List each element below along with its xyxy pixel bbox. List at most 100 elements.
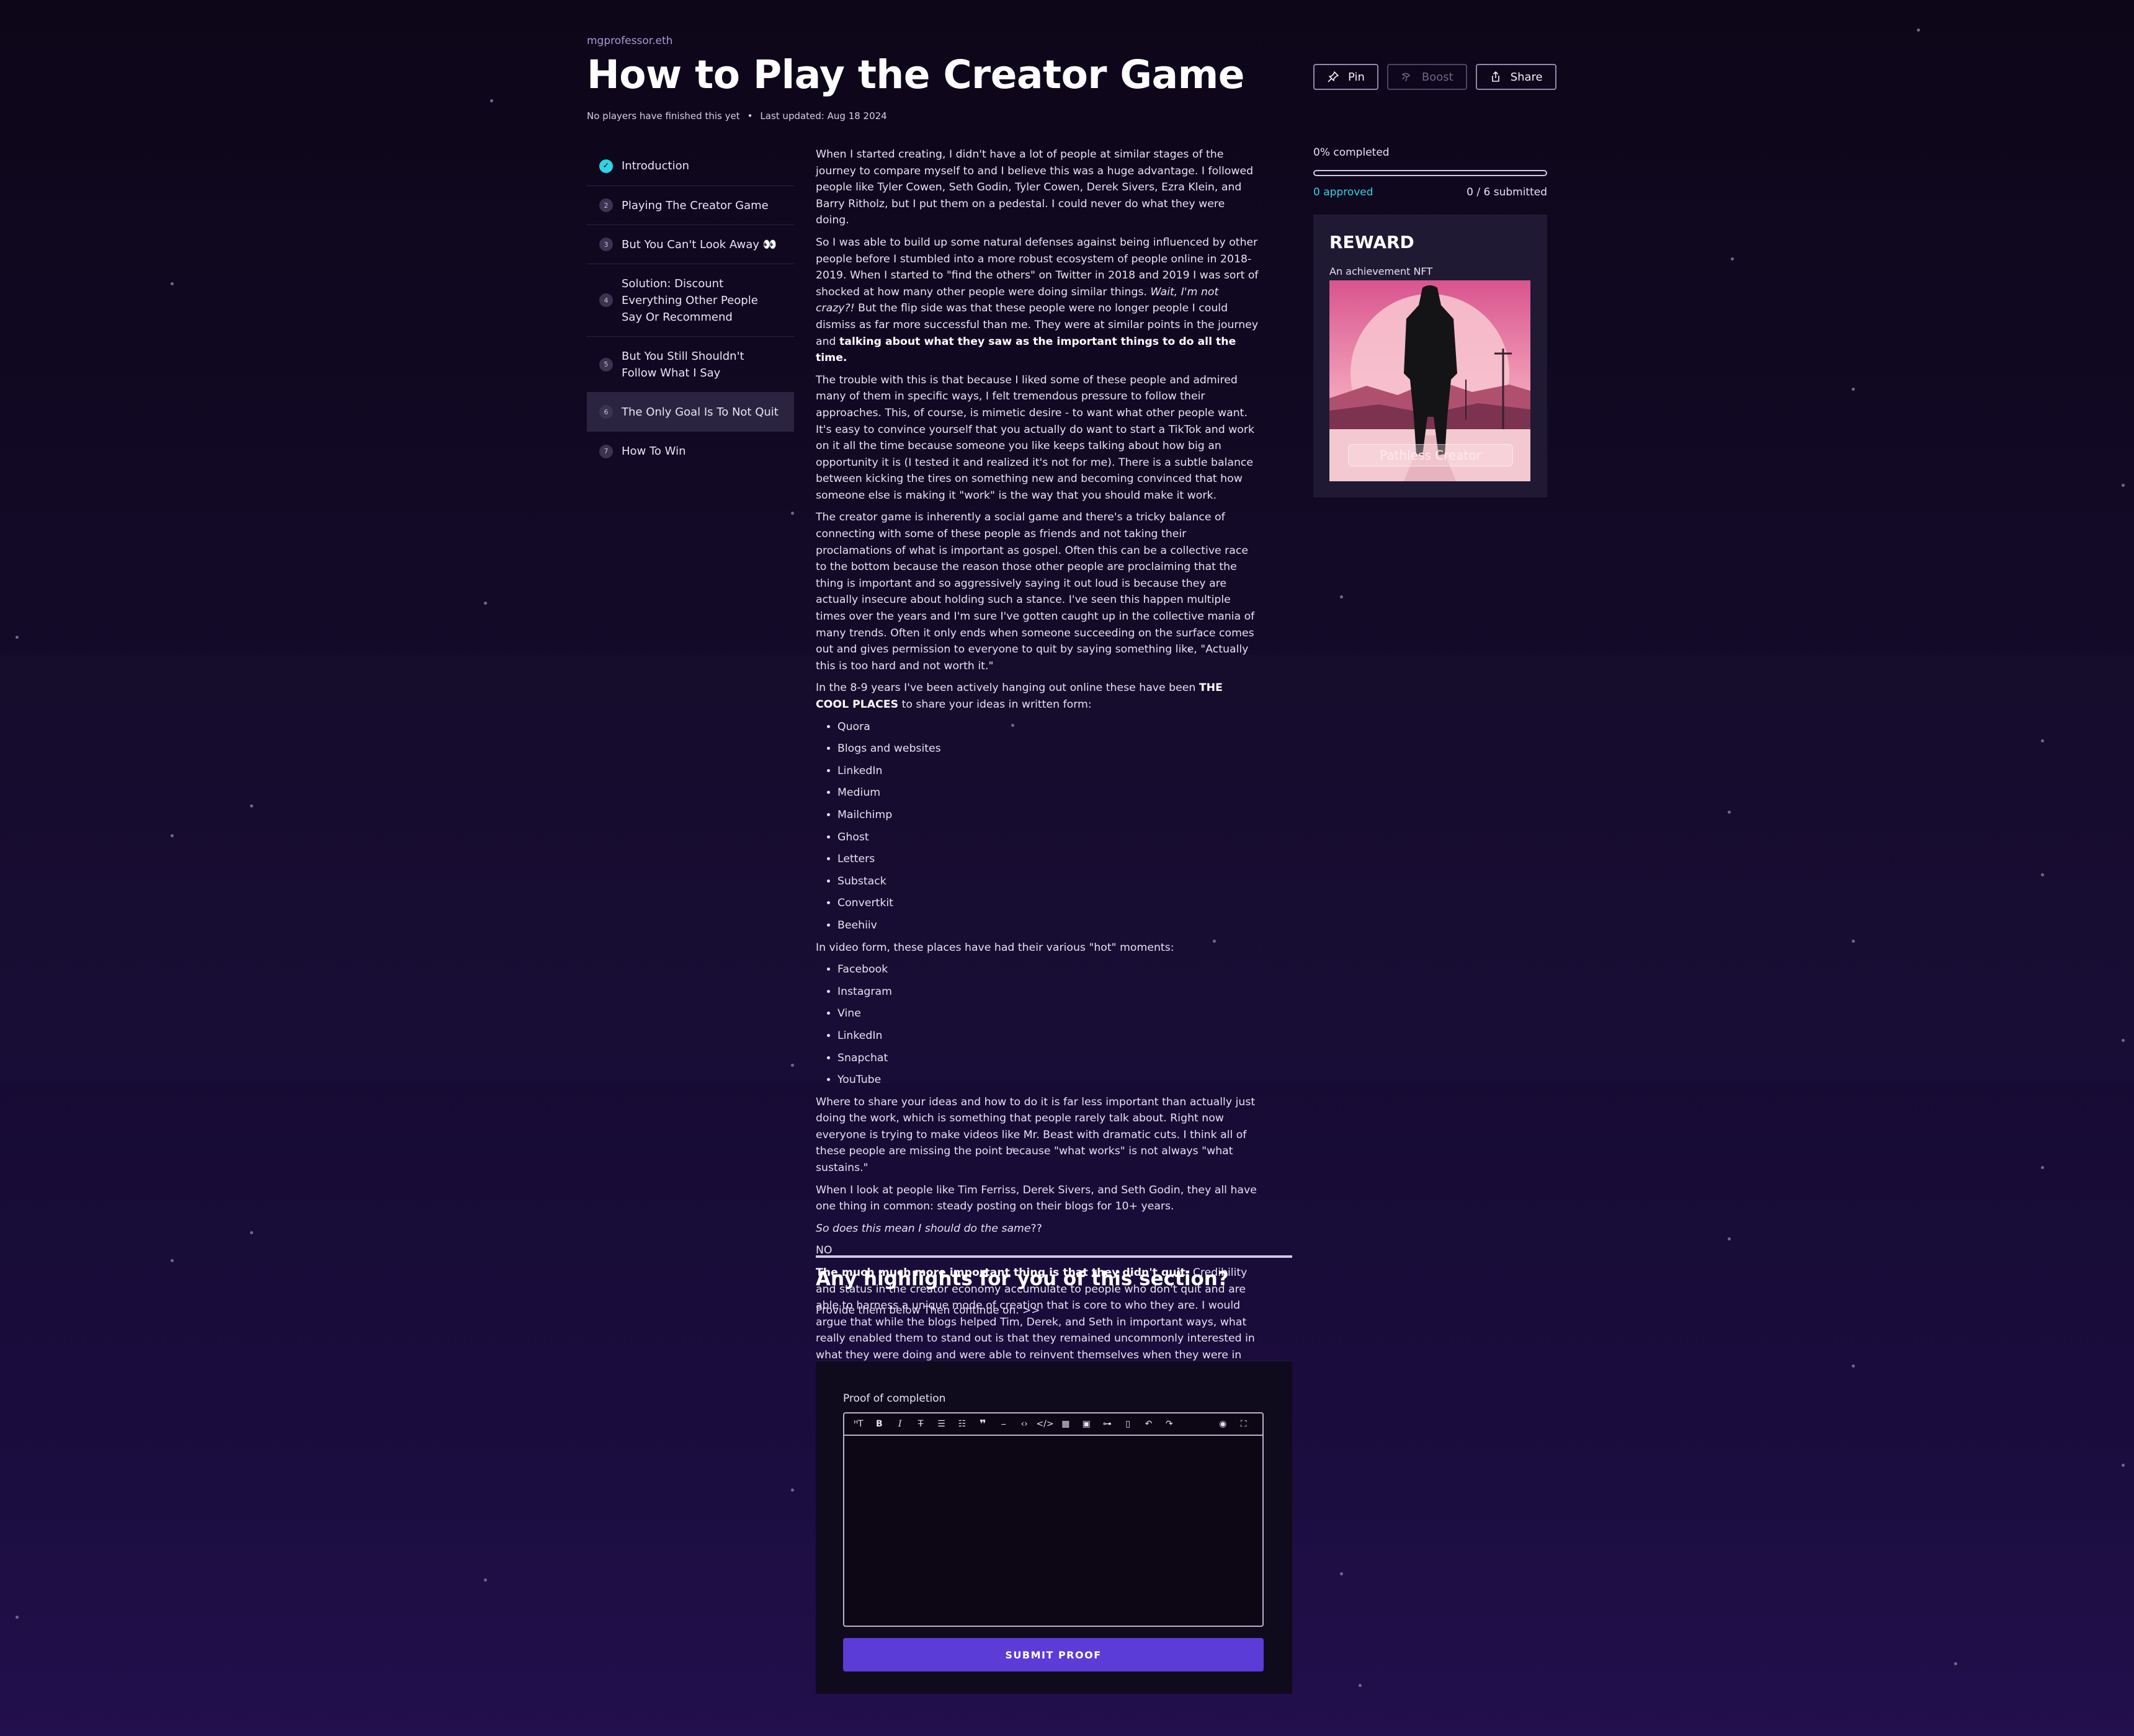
- bold-icon[interactable]: B: [871, 1416, 887, 1432]
- star: [2122, 484, 2125, 487]
- paragraph: So does this mean I should do the same??: [816, 1221, 1259, 1237]
- text: to share your ideas in written form:: [898, 698, 1092, 711]
- author-link[interactable]: mgprofessor.eth: [587, 35, 672, 47]
- list-item: YouTube: [837, 1072, 1259, 1088]
- paragraph: In the 8-9 years I've been actively hang…: [816, 680, 1259, 713]
- list-item: Substack: [837, 873, 1259, 890]
- nav-item-dont-follow[interactable]: 5 But You Still Shouldn't Follow What I …: [587, 337, 794, 393]
- list-item: Blogs and websites: [837, 741, 1259, 757]
- star: [171, 834, 174, 837]
- step-number: 6: [599, 405, 613, 419]
- heading-icon[interactable]: ᴴT: [850, 1416, 867, 1432]
- paragraph: Where to share your ideas and how to do …: [816, 1095, 1256, 1175]
- editor-toolbar: ᴴT B I T ☰ ☷ ❞ ⎯ ‹› </> ▦ ▣ ⊶ ▯ ↶ ↷ ◉ ⛶: [844, 1413, 1262, 1436]
- nft-image[interactable]: Pathless Creator: [1329, 280, 1530, 481]
- quote-icon[interactable]: ❞: [975, 1416, 991, 1432]
- video-platforms-list: Facebook Instagram Vine LinkedIn Snapcha…: [816, 961, 1259, 1088]
- star: [1728, 1237, 1731, 1240]
- star: [484, 602, 487, 605]
- editor-textarea[interactable]: [844, 1436, 1262, 1626]
- bullet-list-icon[interactable]: ☰: [934, 1416, 950, 1432]
- toolbar-right-group: ◉ ⛶: [1215, 1416, 1256, 1432]
- approved-count[interactable]: 0 approved: [1313, 186, 1373, 198]
- star: [16, 1616, 19, 1619]
- list-item: Mailchimp: [837, 807, 1259, 824]
- horizontal-rule-icon[interactable]: ⎯: [996, 1416, 1012, 1432]
- paragraph: In video form, these places have had the…: [816, 941, 1174, 954]
- share-icon: [1491, 71, 1499, 82]
- list-item: Convertkit: [837, 895, 1259, 912]
- reward-card: REWARD An achievement NFT Pathless Creat…: [1313, 215, 1547, 497]
- star: [2122, 1039, 2125, 1042]
- list-item: Beehiiv: [837, 917, 1259, 934]
- paragraph: The creator game is inherently a social …: [816, 511, 1255, 672]
- nft-name-label: Pathless Creator: [1348, 444, 1513, 466]
- star: [791, 1489, 794, 1492]
- clean-block-icon[interactable]: ▯: [1120, 1416, 1136, 1432]
- pin-button[interactable]: Pin: [1313, 64, 1378, 90]
- step-number: 2: [599, 198, 613, 212]
- star: [171, 1259, 174, 1262]
- nav-item-playing[interactable]: 2 Playing The Creator Game: [587, 186, 794, 225]
- boost-icon: [1401, 73, 1411, 82]
- list-item: Facebook: [837, 961, 1259, 978]
- boost-button[interactable]: Boost: [1386, 64, 1467, 90]
- proof-label: Proof of completion: [843, 1392, 946, 1405]
- star: [1852, 1364, 1855, 1368]
- fullscreen-icon[interactable]: ⛶: [1236, 1416, 1252, 1432]
- article-body: When I started creating, I didn't have a…: [816, 146, 1259, 1386]
- preview-icon[interactable]: ◉: [1215, 1416, 1231, 1432]
- inline-code-icon[interactable]: ‹›: [1016, 1416, 1032, 1432]
- star: [1731, 257, 1734, 260]
- star: [1340, 595, 1343, 599]
- bold-text: talking about what they saw as the impor…: [816, 335, 1236, 365]
- nav-item-not-quit[interactable]: 6 The Only Goal Is To Not Quit: [587, 393, 794, 432]
- written-platforms-list: Quora Blogs and websites LinkedIn Medium…: [816, 719, 1259, 934]
- submit-proof-button[interactable]: SUBMIT PROOF: [843, 1638, 1264, 1671]
- page-meta: No players have finished this yet • Last u…: [587, 110, 887, 122]
- nav-item-introduction[interactable]: ✓ Introduction: [587, 146, 794, 186]
- progress-bar: [1313, 170, 1547, 176]
- image-icon[interactable]: ▣: [1078, 1416, 1094, 1432]
- list-item: Medium: [837, 785, 1259, 801]
- link-icon[interactable]: ⊶: [1099, 1416, 1115, 1432]
- share-label: Share: [1510, 70, 1543, 84]
- star: [1917, 29, 1920, 32]
- star: [2041, 873, 2044, 876]
- italic-text: So does this mean I should do the same: [816, 1222, 1031, 1235]
- list-item: LinkedIn: [837, 1028, 1259, 1044]
- paragraph: When I look at people like Tim Ferriss, …: [816, 1183, 1257, 1213]
- paragraph: When I started creating, I didn't have a…: [816, 148, 1254, 227]
- nav-label: But You Still Shouldn't Follow What I Sa…: [622, 349, 744, 380]
- nav-item-look-away[interactable]: 3 But You Can't Look Away 👀: [587, 225, 794, 264]
- star: [791, 1064, 794, 1067]
- star: [2122, 1464, 2125, 1467]
- italic-icon[interactable]: I: [892, 1416, 908, 1432]
- section-nav: ✓ Introduction 2 Playing The Creator Gam…: [587, 146, 794, 471]
- nav-label: The Only Goal Is To Not Quit: [622, 405, 779, 419]
- star: [1359, 1684, 1362, 1687]
- nav-item-how-to-win[interactable]: 7 How To Win: [587, 432, 794, 471]
- boost-label: Boost: [1421, 70, 1453, 84]
- list-item: Quora: [837, 719, 1259, 736]
- redo-icon[interactable]: ↷: [1161, 1416, 1177, 1432]
- ordered-list-icon[interactable]: ☷: [954, 1416, 970, 1432]
- list-item: Snapchat: [837, 1050, 1259, 1067]
- share-button[interactable]: Share: [1475, 64, 1556, 90]
- text: In the 8-9 years I've been actively hang…: [816, 682, 1199, 695]
- check-icon: ✓: [599, 159, 613, 173]
- strikethrough-icon[interactable]: T: [913, 1416, 929, 1432]
- action-buttons: Pin Boost Share: [1313, 64, 1556, 90]
- list-item: Instagram: [837, 984, 1259, 1000]
- text: ??: [1030, 1222, 1042, 1235]
- last-updated: Last updated: Aug 18 2024: [760, 110, 887, 122]
- star: [791, 512, 794, 515]
- star: [250, 1231, 253, 1234]
- code-block-icon[interactable]: </>: [1036, 1416, 1053, 1432]
- star: [490, 99, 493, 102]
- undo-icon[interactable]: ↶: [1140, 1416, 1156, 1432]
- completion-percent: 0% completed: [1313, 146, 1390, 159]
- table-icon[interactable]: ▦: [1058, 1416, 1074, 1432]
- nav-item-solution[interactable]: 4 Solution: Discount Everything Other Pe…: [587, 264, 794, 337]
- star: [16, 636, 19, 639]
